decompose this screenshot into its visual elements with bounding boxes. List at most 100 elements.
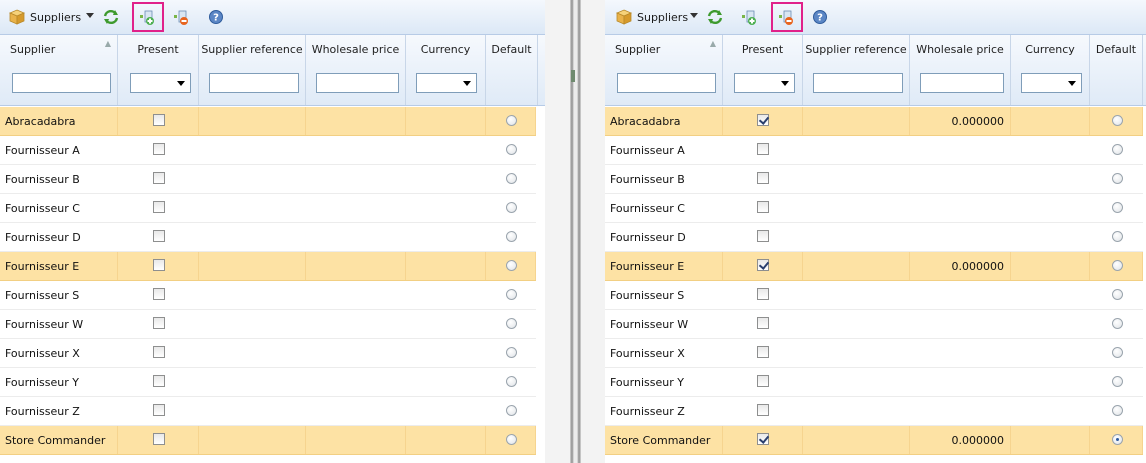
wholesale-price-cell[interactable]: 0.000000 [910,426,1011,454]
supplier-filter-input[interactable] [12,73,111,93]
present-checkbox[interactable] [757,114,769,126]
present-checkbox[interactable] [757,172,769,184]
currency-cell[interactable] [1011,426,1090,454]
currency-cell[interactable] [406,368,486,396]
supplier-cell[interactable]: Fournisseur C [0,194,118,222]
supplier-reference-cell[interactable] [803,310,910,338]
supplier-cell[interactable]: Fournisseur D [0,223,118,251]
supplier-reference-cell[interactable] [803,368,910,396]
wholesale-price-cell[interactable]: 0.000000 [910,252,1011,280]
present-cell[interactable] [723,310,803,338]
default-radio[interactable] [1111,405,1123,416]
default-cell[interactable] [1090,194,1143,222]
default-radio[interactable] [1111,289,1123,300]
present-checkbox[interactable] [152,375,165,387]
currency-cell[interactable] [406,426,486,454]
supplier-reference-cell[interactable] [199,368,306,396]
supplier-cell[interactable]: Abracadabra [0,107,118,135]
table-row[interactable]: Fournisseur A [605,136,1143,165]
supplier-cell[interactable]: Fournisseur D [605,223,723,251]
currency-cell[interactable] [406,397,486,425]
supplier-cell[interactable]: Fournisseur A [0,136,118,164]
default-radio[interactable] [1111,376,1123,387]
table-row[interactable]: Fournisseur W [605,310,1143,339]
wholesale-price-cell[interactable] [910,397,1011,425]
default-cell[interactable] [486,426,536,454]
table-row[interactable]: Store Commander [0,426,536,455]
wholesale-price-cell[interactable] [910,310,1011,338]
present-filter-select[interactable] [734,73,795,93]
currency-cell[interactable] [406,223,486,251]
present-checkbox[interactable] [757,317,769,329]
currency-cell[interactable] [406,252,486,280]
table-row[interactable]: Fournisseur E [0,252,536,281]
currency-cell[interactable] [1011,136,1090,164]
present-cell[interactable] [118,426,199,454]
wholesale-price-cell[interactable] [306,252,406,280]
table-row[interactable]: Fournisseur Y [605,368,1143,397]
column-currency[interactable]: Currency [1011,35,1090,105]
supplier-cell[interactable]: Fournisseur W [605,310,723,338]
wholesale-price-cell[interactable] [306,281,406,309]
currency-cell[interactable] [1011,252,1090,280]
supplier-cell[interactable]: Fournisseur X [605,339,723,367]
table-row[interactable]: Fournisseur Z [0,397,536,426]
present-cell[interactable] [118,310,199,338]
present-checkbox[interactable] [757,201,769,213]
present-checkbox[interactable] [757,230,769,242]
table-row[interactable]: Fournisseur D [0,223,536,252]
supplier-cell[interactable]: Fournisseur B [0,165,118,193]
supplier-cell[interactable]: Store Commander [605,426,723,454]
supplier-cell[interactable]: Fournisseur Y [0,368,118,396]
supplier-reference-cell[interactable] [199,223,306,251]
wholesale-price-cell[interactable]: 0.000000 [910,107,1011,135]
supplier-cell[interactable]: Fournisseur W [0,310,118,338]
add-supplier-button[interactable] [739,6,761,28]
present-cell[interactable] [118,223,199,251]
default-radio[interactable] [1111,318,1123,329]
supplier-reference-cell[interactable] [199,252,306,280]
currency-cell[interactable] [1011,368,1090,396]
remove-supplier-button[interactable] [771,2,803,32]
default-cell[interactable] [1090,281,1143,309]
supplier-reference-cell[interactable] [199,426,306,454]
splitter-grip[interactable] [571,70,575,82]
default-radio[interactable] [1111,434,1123,445]
table-row[interactable]: Fournisseur X [605,339,1143,368]
default-radio[interactable] [506,405,517,416]
present-checkbox[interactable] [152,143,165,155]
help-button[interactable]: ? [809,6,831,28]
default-cell[interactable] [486,223,536,251]
currency-cell[interactable] [1011,194,1090,222]
wholesale-price-filter-input[interactable] [920,73,1004,93]
currency-filter-select[interactable] [1021,73,1082,93]
wholesale-price-cell[interactable] [306,339,406,367]
default-radio[interactable] [506,434,517,445]
present-checkbox[interactable] [757,346,769,358]
table-row[interactable]: Abracadabra 0.000000 [605,107,1143,136]
default-cell[interactable] [1090,397,1143,425]
currency-cell[interactable] [406,165,486,193]
default-radio[interactable] [506,173,517,184]
column-supplier[interactable]: Supplier ▲ [0,35,118,105]
default-cell[interactable] [1090,107,1143,135]
column-supplier[interactable]: Supplier ▲ [605,35,723,105]
wholesale-price-cell[interactable] [910,339,1011,367]
present-filter-select[interactable] [130,73,191,93]
present-cell[interactable] [118,252,199,280]
present-cell[interactable] [723,223,803,251]
default-cell[interactable] [1090,252,1143,280]
present-cell[interactable] [118,194,199,222]
supplier-cell[interactable]: Abracadabra [605,107,723,135]
present-cell[interactable] [723,165,803,193]
default-radio[interactable] [506,260,517,271]
wholesale-price-cell[interactable] [910,136,1011,164]
supplier-cell[interactable]: Fournisseur S [0,281,118,309]
column-currency[interactable]: Currency [406,35,486,105]
currency-cell[interactable] [406,281,486,309]
default-radio[interactable] [506,144,517,155]
supplier-reference-cell[interactable] [803,252,910,280]
supplier-cell[interactable]: Fournisseur A [605,136,723,164]
default-radio[interactable] [506,347,517,358]
table-row[interactable]: Fournisseur S [0,281,536,310]
